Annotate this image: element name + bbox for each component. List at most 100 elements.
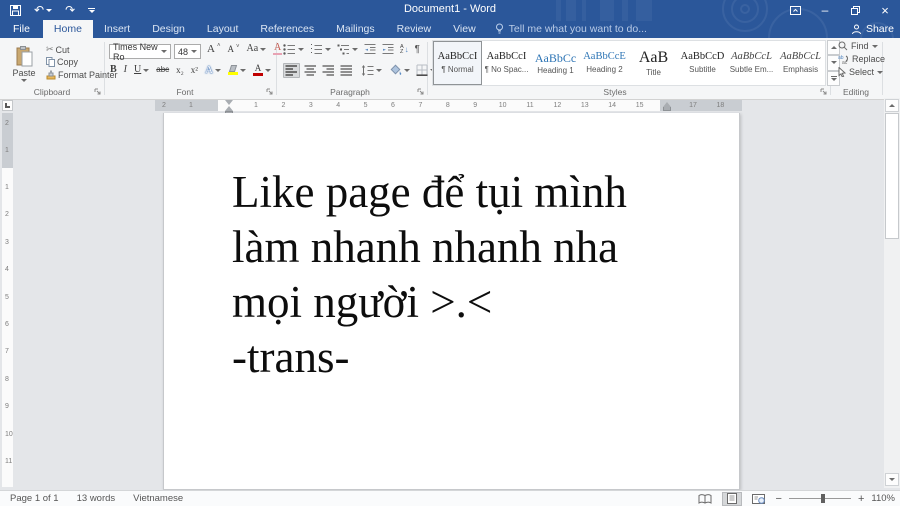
ribbon-tab[interactable]: Home <box>42 20 93 38</box>
ribbon-tab[interactable]: Mailings <box>325 20 386 38</box>
strikethrough-button[interactable]: abc <box>156 66 169 74</box>
ribbon-tab[interactable]: View <box>442 20 487 38</box>
horizontal-ruler[interactable]: 2 1 1 2 3 4 5 6 7 8 9 10 11 12 13 14 15 17 18 <box>155 100 742 115</box>
decrease-indent-button[interactable] <box>364 44 376 55</box>
document-page[interactable]: Like page để tụi mình làm nhanh nhanh nha… <box>163 113 740 490</box>
lightbulb-icon <box>495 23 503 34</box>
vertical-scrollbar[interactable] <box>884 98 900 488</box>
first-line-indent-marker[interactable] <box>225 100 233 105</box>
style-item[interactable]: AaBbCcI ¶ Normal <box>433 41 482 85</box>
editing-group: Find ab ac Replace Select <box>838 41 885 77</box>
style-item[interactable]: AaB Title <box>629 41 678 85</box>
read-mode-button[interactable] <box>695 492 715 506</box>
shrink-font-button[interactable]: A ˅ <box>227 44 239 54</box>
ribbon-tab[interactable]: Design <box>141 20 196 38</box>
scroll-up-button[interactable] <box>885 99 899 112</box>
underline-button[interactable]: U <box>134 65 150 75</box>
align-center-button[interactable] <box>303 64 318 77</box>
sort-button[interactable]: A Z ↓ <box>400 43 409 55</box>
font-size-dropdown-arrow[interactable] <box>191 50 197 53</box>
format-painter-button[interactable]: Format Painter <box>46 70 118 80</box>
multilevel-list-button[interactable] <box>337 44 358 55</box>
style-item[interactable]: AaBbCcL Subtle Em... <box>727 41 776 85</box>
ribbon-tab[interactable]: Review <box>386 20 442 38</box>
text-effects-button[interactable]: A <box>205 64 221 76</box>
sort-icon: A Z ↓ <box>400 43 409 55</box>
tab-stop-selector[interactable] <box>2 100 13 111</box>
bold-button[interactable]: B <box>110 65 117 75</box>
align-left-icon <box>285 64 297 76</box>
copy-button[interactable]: Copy <box>46 57 78 67</box>
right-indent-marker[interactable] <box>663 102 671 111</box>
highlight-color-button[interactable] <box>227 65 246 75</box>
align-left-button[interactable] <box>283 62 300 78</box>
word-count[interactable]: 13 words <box>77 493 116 504</box>
zoom-slider[interactable] <box>788 494 851 503</box>
zoom-level[interactable]: 110% <box>871 493 895 504</box>
restore-button[interactable] <box>840 0 870 20</box>
find-dropdown-arrow[interactable] <box>871 44 878 48</box>
bullets-button[interactable] <box>283 44 304 55</box>
ribbon-display-options-button[interactable] <box>780 0 810 20</box>
ribbon-tab[interactable]: Insert <box>93 20 141 38</box>
numbering-button[interactable] <box>310 44 331 55</box>
style-item[interactable]: AaBbCcL Emphasis <box>776 41 825 85</box>
language-indicator[interactable]: Vietnamese <box>133 493 183 504</box>
style-item[interactable]: AaBbCcD Subtitle <box>678 41 727 85</box>
justify-icon <box>340 64 352 76</box>
superscript-button[interactable]: x² <box>191 65 198 75</box>
select-button[interactable]: Select <box>838 67 885 77</box>
print-layout-button[interactable] <box>721 491 742 506</box>
tab-file[interactable]: File <box>0 20 43 38</box>
zoom-slider-thumb[interactable] <box>820 494 825 503</box>
select-dropdown-arrow[interactable] <box>877 70 884 74</box>
web-layout-button[interactable] <box>749 492 769 506</box>
line-spacing-button[interactable] <box>361 64 382 76</box>
zoom-in-button[interactable]: + <box>858 493 864 505</box>
zoom-out-button[interactable]: − <box>776 493 782 505</box>
ribbon-tabs: Home Insert Design Layout References Mailings… <box>42 20 487 38</box>
ribbon-tab[interactable]: References <box>249 20 325 38</box>
page-indicator[interactable]: Page 1 of 1 <box>10 493 59 504</box>
cut-button[interactable]: ✂ Cut <box>46 44 70 55</box>
clear-formatting-button[interactable]: A <box>273 43 283 55</box>
scroll-down-button[interactable] <box>885 473 899 486</box>
clipboard-dialog-launcher[interactable] <box>94 88 102 96</box>
italic-button[interactable]: I <box>124 65 127 75</box>
justify-button[interactable] <box>339 64 354 77</box>
copy-icon <box>46 57 55 67</box>
change-case-button[interactable]: Aa <box>246 44 267 54</box>
font-dialog-launcher[interactable] <box>266 88 274 96</box>
paragraph-dialog-launcher[interactable] <box>417 88 425 96</box>
style-item[interactable]: AaBbCcE Heading 2 <box>580 41 629 85</box>
align-right-button[interactable] <box>321 64 336 77</box>
read-mode-icon <box>698 493 712 504</box>
grow-font-button[interactable]: A ˄ <box>207 43 220 55</box>
borders-icon <box>416 64 428 76</box>
font-size-combo[interactable]: 48 <box>174 44 201 59</box>
font-family-combo[interactable]: Times New Ro <box>109 42 171 62</box>
scrollbar-thumb[interactable] <box>885 113 899 239</box>
subscript-button[interactable]: x₂ <box>176 65 184 75</box>
numbering-icon <box>311 44 322 54</box>
share-button[interactable]: Share <box>851 20 894 38</box>
font-color-button[interactable]: A <box>252 64 271 76</box>
font-group-label: Font <box>176 87 194 97</box>
font-family-dropdown-arrow[interactable] <box>161 50 167 53</box>
find-button[interactable]: Find <box>838 41 885 51</box>
paste-button[interactable]: Paste <box>6 41 42 86</box>
ribbon-tab[interactable]: Layout <box>196 20 250 38</box>
paste-dropdown-arrow[interactable] <box>21 78 27 82</box>
tell-me-box[interactable]: Tell me what you want to do... <box>487 20 655 38</box>
align-center-icon <box>304 64 316 76</box>
decrease-indent-icon <box>364 44 376 54</box>
close-button[interactable]: × <box>870 0 900 20</box>
show-hide-marks-button[interactable]: ¶ <box>415 44 420 55</box>
style-item[interactable]: AaBbCcI ¶ No Spac... <box>482 41 531 85</box>
style-item[interactable]: AaBbCc Heading 1 <box>531 41 580 85</box>
minimize-button[interactable]: – <box>810 0 840 20</box>
replace-button[interactable]: ab ac Replace <box>838 54 885 64</box>
shading-button[interactable] <box>390 64 410 76</box>
increase-indent-button[interactable] <box>382 44 394 55</box>
underline-dropdown-arrow[interactable] <box>143 68 150 72</box>
